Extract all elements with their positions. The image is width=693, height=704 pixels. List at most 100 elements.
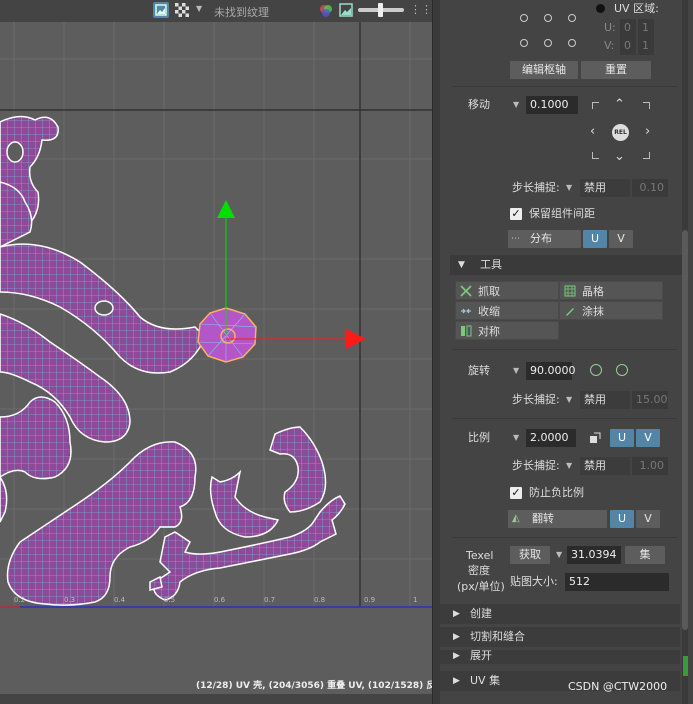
selected-uv-shell[interactable] [197,307,257,363]
v-min-field[interactable]: 0 [620,37,636,55]
flip-button[interactable]: ◭ 翻转 [508,510,607,528]
u-tick-label: 0.7 [264,596,275,604]
scale-step-snap-label: 步长捕捉: [512,459,560,472]
u-tick-label: 0.6 [214,596,226,604]
checker-icon[interactable] [175,3,189,17]
image-channel-icon[interactable] [339,3,353,17]
pivot-dot-tl[interactable] [520,14,528,22]
move-dropdown-icon[interactable]: ▼ [513,96,519,114]
rotate-cw-icon[interactable] [616,364,628,376]
more-icon[interactable]: ⋮⋮ [410,3,432,16]
tool-symmetry[interactable]: 对称 [455,321,559,340]
u-tick-label: 0.5 [164,596,175,604]
scale-label: 比例 [468,431,490,444]
reset-pivot-button[interactable]: 重置 [581,61,651,79]
texel-get-button[interactable]: 获取 [510,546,550,564]
v-max-field[interactable]: 1 [638,37,654,55]
rotate-ccw-icon[interactable] [590,364,602,376]
rotate-value-field[interactable]: 90.0000 [526,362,576,380]
u-tick-label: 1 [413,596,417,604]
grab-icon [460,285,472,297]
u-tick-label: 0.8 [314,596,325,604]
move-step-snap-dropdown-icon[interactable]: ▼ [566,179,572,197]
texel-set-button[interactable]: 集 [625,546,665,564]
flip-v-button[interactable]: V [636,510,660,528]
uv-status-text: (12/28) UV 壳, (204/3056) 重叠 UV, (102/152… [196,681,432,691]
prevent-negative-scale-checkbox[interactable]: ✓ [510,487,522,499]
expand-icon: ▶ [453,609,460,619]
scale-dropdown-icon[interactable]: ▼ [513,429,519,447]
pivot-dot-bl[interactable] [520,39,528,47]
prevent-negative-scale-label: 防止负比例 [529,486,584,499]
tool-shrink[interactable]: 收缩 [455,301,559,320]
tool-lattice[interactable]: 晶格 [559,281,663,300]
distribute-u-button[interactable]: U [583,230,607,248]
scale-value-field[interactable]: 2.0000 [526,429,576,447]
move-step-snap-value[interactable]: 0.10 [632,179,668,197]
v-label: V: [604,39,615,52]
u-tick-label: 0.2 [14,596,25,604]
move-left-icon[interactable]: ‹ [590,125,595,138]
uv-region-label: UV 区域: [614,2,659,15]
uv-canvas[interactable]: 0.20.30.40.50.60.70.80.911.1 [0,22,432,694]
tools-section-header[interactable]: ▼ 工具 [450,255,682,275]
scale-uniform-icon[interactable] [589,432,601,444]
uv-shells[interactable] [0,115,346,606]
scale-v-button[interactable]: V [636,429,660,447]
scale-step-snap-mode[interactable]: 禁用 [580,457,630,475]
image-icon[interactable] [153,2,169,18]
move-right-icon[interactable]: › [645,125,650,138]
distribute-button[interactable]: ⋯ 分布 [508,230,581,248]
section-cut-sew[interactable]: ▶ 切割和缝合 [440,627,680,647]
scale-u-button[interactable]: U [610,429,634,447]
move-step-snap-label: 步长捕捉: [512,181,560,194]
pivot-dot-br[interactable] [568,39,576,47]
expand-icon: ▶ [453,676,460,686]
rotate-step-snap-mode[interactable]: 禁用 [580,391,630,409]
section-unfold[interactable]: ▶ 展开 [440,650,680,664]
collapse-icon: ▼ [458,260,465,270]
texture-status-label: 未找到纹理 [214,6,269,19]
uv-region-radio[interactable] [596,4,605,13]
move-up-icon[interactable]: ⌃ [614,98,625,111]
panel-resize-handle[interactable] [683,656,688,676]
rotate-step-snap-dropdown-icon[interactable]: ▼ [566,391,572,409]
rgb-icon[interactable] [318,3,334,19]
flip-icon: ◭ [512,513,520,524]
dropdown-icon[interactable]: ▼ [196,4,202,13]
distribute-v-button[interactable]: V [609,230,633,248]
uv-viewport[interactable]: 0.20.30.40.50.60.70.80.911.1 (12/28) UV … [0,22,432,694]
preserve-spacing-checkbox[interactable]: ✓ [510,208,522,220]
scale-step-snap-value[interactable]: 1.00 [632,457,668,475]
panel-scrollbar-thumb[interactable] [682,230,688,630]
texel-density-field[interactable]: 31.0394 [567,546,621,564]
rotate-step-snap-label: 步长捕捉: [512,393,560,406]
u-min-field[interactable]: 0 [620,19,636,37]
preserve-spacing-label: 保留组件间距 [529,207,595,220]
rotate-step-snap-value[interactable]: 15.00 [632,391,668,409]
move-down-icon[interactable]: ⌄ [614,150,625,163]
expand-icon: ▶ [453,632,460,642]
exposure-slider-handle[interactable] [378,3,383,17]
tool-smear[interactable]: 涂抹 [559,301,663,320]
texel-label-3: (px/单位) [457,580,505,593]
edit-pivot-button[interactable]: 编辑枢轴 [510,61,578,79]
map-size-field[interactable]: 512 [565,573,669,591]
scale-step-snap-dropdown-icon[interactable]: ▼ [566,457,572,475]
rotate-dropdown-icon[interactable]: ▼ [513,362,519,380]
tool-grab[interactable]: 抓取 [455,281,559,300]
distribute-icon: ⋯ [511,234,520,244]
flip-u-button[interactable]: U [610,510,634,528]
section-create[interactable]: ▶ 创建 [440,604,680,624]
texel-get-dropdown-icon[interactable]: ▼ [556,546,562,564]
pivot-dot-tr[interactable] [568,14,576,22]
u-max-field[interactable]: 1 [638,19,654,37]
move-value-field[interactable]: 0.1000 [526,96,578,114]
pivot-dot-tc[interactable] [544,14,552,22]
rel-toggle-button[interactable]: REL [612,124,629,141]
move-step-snap-mode[interactable]: 禁用 [580,179,630,197]
pivot-dot-bc[interactable] [544,39,552,47]
panel-splitter[interactable] [432,0,440,704]
shrink-icon [461,308,471,314]
uv-toolkit-panel: UV 区域: U: 0 1 V: 0 1 编辑枢轴 重置 移动 ▼ 0.1000… [440,0,693,704]
